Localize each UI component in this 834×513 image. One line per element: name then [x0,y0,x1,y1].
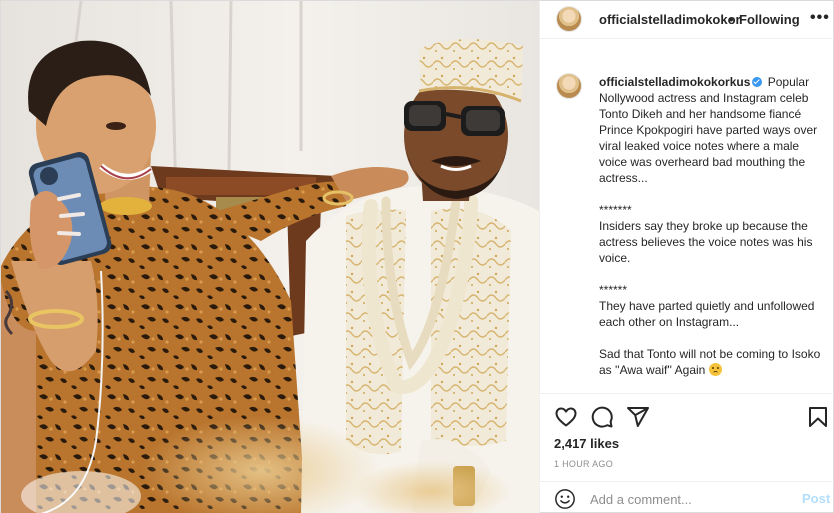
smiley-icon[interactable] [554,488,576,510]
post-actions: 2,417 likes 1 HOUR AGO [540,393,834,481]
caption-paragraph-3: They have parted quietly and unfollowed … [599,299,815,329]
caption-separator-1: ******* [599,203,632,217]
caption-paragraph-2: Insiders say they broke up because the a… [599,219,813,265]
comment-form: Post [540,481,834,513]
header-separator: • [729,12,734,27]
caption-username[interactable]: officialstelladimokokorkus [599,75,750,89]
post-timestamp[interactable]: 1 HOUR AGO [554,459,613,469]
comment-input[interactable] [590,490,790,508]
more-horizontal-icon[interactable]: ••• [810,9,830,27]
bookmark-icon[interactable] [806,405,830,429]
post-side-panel: officialstelladimokokor • Following ••• … [539,1,834,513]
post-header: officialstelladimokokor • Following ••• [540,1,834,39]
post-caption: officialstelladimokokorkus Popular Nolly… [540,53,834,393]
sad-face-emoji [708,363,722,376]
likes-count[interactable]: 2,417 likes [554,436,619,451]
instagram-post: officialstelladimokokor • Following ••• … [0,0,834,513]
avatar[interactable] [556,6,582,32]
share-icon[interactable] [626,405,650,429]
caption-paragraph-4-wrap: Sad that Tonto will not be coming to Iso… [599,346,825,378]
verified-badge-icon [752,77,763,87]
following-button[interactable]: Following [739,12,800,27]
comment-icon[interactable] [590,405,614,429]
caption-avatar[interactable] [556,73,582,99]
header-username[interactable]: officialstelladimokokor [599,12,741,27]
post-comment-button[interactable]: Post [802,491,830,506]
post-photo[interactable] [1,1,539,513]
caption-text: officialstelladimokokorkus Popular Nolly… [599,74,825,378]
post-image [1,1,539,513]
caption-intro: Popular Nollywood actress and Instagram … [599,75,818,185]
caption-separator-2: ****** [599,283,628,297]
heart-icon[interactable] [554,405,578,429]
